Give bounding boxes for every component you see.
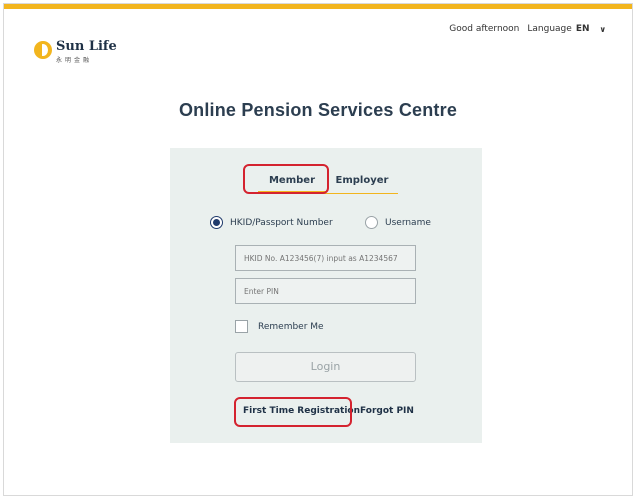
- browser-frame: Sun Life 永明金融 Good afternoon Language EN…: [3, 3, 633, 496]
- hkid-input[interactable]: [235, 245, 416, 271]
- registration-link-highlight: [234, 397, 352, 427]
- radio-username[interactable]: Username: [365, 216, 431, 229]
- sun-life-logo[interactable]: Sun Life 永明金融: [34, 40, 117, 64]
- remember-me-label: Remember Me: [258, 321, 324, 332]
- logo-text: Sun Life 永明金融: [56, 39, 117, 65]
- id-type-radio-group: HKID/Passport Number Username: [210, 216, 470, 232]
- remember-me[interactable]: Remember Me: [235, 320, 324, 333]
- radio-hkid-passport[interactable]: HKID/Passport Number: [210, 216, 333, 229]
- login-panel: Member Employer HKID/Passport Number Use…: [170, 148, 482, 443]
- language-select[interactable]: EN: [576, 24, 590, 34]
- brand-subtitle: 永明金融: [56, 57, 93, 64]
- login-button[interactable]: Login: [235, 352, 416, 382]
- radio-checked-icon[interactable]: [210, 216, 223, 229]
- member-tab-highlight: [243, 164, 329, 194]
- radio-username-label: Username: [385, 217, 431, 228]
- page-title: Online Pension Services Centre: [178, 100, 458, 120]
- brand-name: Sun Life: [56, 39, 117, 54]
- header-right: Good afternoon Language EN ∨: [449, 24, 606, 34]
- chevron-down-icon[interactable]: ∨: [600, 25, 607, 34]
- remember-me-checkbox[interactable]: [235, 320, 248, 333]
- tab-employer[interactable]: Employer: [326, 170, 398, 194]
- greeting-text: Good afternoon: [449, 24, 520, 34]
- forgot-pin-link[interactable]: Forgot PIN: [360, 406, 414, 416]
- radio-hkid-label: HKID/Passport Number: [230, 217, 333, 228]
- accent-top-bar: [4, 4, 632, 9]
- radio-unchecked-icon[interactable]: [365, 216, 378, 229]
- language-label: Language: [527, 24, 572, 34]
- sun-life-logo-icon: [34, 41, 52, 59]
- pin-input[interactable]: [235, 278, 416, 304]
